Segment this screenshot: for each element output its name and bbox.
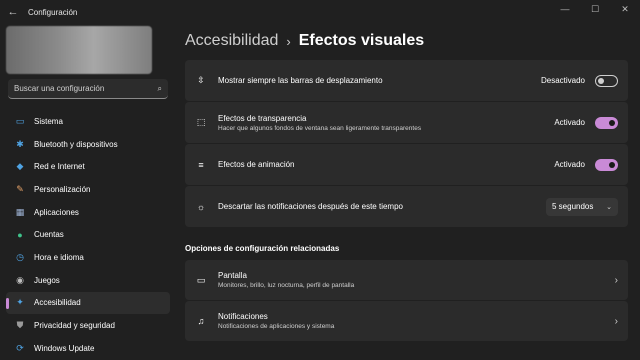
scrollbars-toggle[interactable]	[595, 74, 618, 87]
sidebar-item-label: Accesibilidad	[34, 298, 81, 308]
setting-scrollbars: ⇳ Mostrar siempre las barras de desplaza…	[185, 60, 628, 101]
minimize-button[interactable]: —	[550, 0, 580, 18]
chevron-right-icon: ›	[614, 315, 618, 327]
transparency-icon: ⬚	[196, 117, 206, 127]
sidebar-item-label: Bluetooth y dispositivos	[34, 139, 118, 149]
sidebar-item-sistema[interactable]: ▭ Sistema	[6, 110, 170, 133]
bluetooth-icon: ✱	[16, 138, 24, 149]
notification-timeout-dropdown[interactable]: 5 segundos ⌄	[546, 197, 618, 216]
sidebar-item-hora[interactable]: ◷ Hora e idioma	[6, 246, 170, 269]
related-item-notifications[interactable]: ♫ Notificaciones Notificaciones de aplic…	[185, 301, 628, 341]
search-input[interactable]	[14, 84, 158, 93]
scrollbar-icon: ⇳	[197, 75, 205, 85]
breadcrumb-parent[interactable]: Accesibilidad	[185, 32, 278, 50]
toggle-state-label: Desactivado	[540, 76, 585, 85]
sidebar-nav: ▭ Sistema ✱ Bluetooth y dispositivos ◆ Red e …	[6, 110, 170, 360]
setting-notification-timeout: ☼ Descartar las notificaciones después d…	[185, 186, 628, 227]
toggle-state-label: Activado	[554, 118, 585, 127]
user-profile-card[interactable]	[6, 26, 152, 74]
sidebar-item-privacidad[interactable]: ⛊ Privacidad y seguridad	[6, 314, 170, 337]
related-item-subtitle: Notificaciones de aplicaciones y sistema	[218, 323, 335, 330]
shield-icon: ⛊	[16, 320, 24, 331]
main-content: Accesibilidad › Efectos visuales ⇳ Mostr…	[172, 24, 640, 360]
window-title: Configuración	[28, 7, 78, 17]
chevron-down-icon: ⌄	[606, 203, 612, 211]
toggle-knob	[598, 77, 604, 84]
back-arrow-icon[interactable]: ←	[0, 0, 26, 24]
related-item-title: Pantalla	[218, 271, 247, 280]
transparency-toggle[interactable]	[595, 116, 618, 129]
sidebar-item-red[interactable]: ◆ Red e Internet	[6, 155, 170, 178]
sidebar-item-windows[interactable]: ⟳ Windows Update	[6, 337, 170, 360]
setting-title: Mostrar siempre las barras de desplazami…	[218, 76, 383, 85]
close-button[interactable]: ✕	[610, 0, 640, 18]
sidebar: ⌕ ▭ Sistema ✱ Bluetooth y dispositivos ◆ Red …	[0, 24, 172, 360]
sidebar-item-label: Sistema	[34, 116, 63, 126]
setting-title: Efectos de transparencia	[218, 113, 307, 123]
sidebar-item-label: Privacidad y seguridad	[34, 321, 115, 331]
search-icon[interactable]: ⌕	[158, 84, 162, 94]
related-item-subtitle: Monitores, brillo, luz nocturna, perfil …	[218, 282, 355, 289]
sidebar-item-accesibilidad[interactable]: ✦ Accesibilidad	[6, 291, 170, 315]
breadcrumb: Accesibilidad › Efectos visuales	[185, 32, 424, 50]
chevron-right-icon: ›	[614, 274, 618, 286]
related-settings-heading: Opciones de configuración relacionadas	[185, 244, 340, 253]
setting-animation: ≡ Efectos de animación Activado	[185, 144, 628, 185]
globe-clock-icon: ◷	[16, 251, 24, 262]
animation-icon: ≡	[198, 159, 204, 170]
sidebar-item-personalización[interactable]: ✎ Personalización	[6, 178, 170, 201]
sidebar-item-label: Hora e idioma	[34, 252, 84, 262]
sidebar-item-aplicaciones[interactable]: ▦ Aplicaciones	[6, 201, 170, 224]
wifi-icon: ◆	[16, 161, 24, 172]
related-item-title: Notificaciones	[218, 312, 268, 321]
apps-icon: ▦	[15, 206, 25, 217]
breadcrumb-separator: ›	[286, 33, 291, 49]
sidebar-item-juegos[interactable]: ◉ Juegos	[6, 269, 170, 292]
setting-title: Efectos de animación	[218, 160, 295, 169]
brush-icon: ✎	[16, 183, 24, 194]
toggle-knob	[609, 161, 615, 168]
search-box[interactable]: ⌕	[8, 79, 168, 99]
title-bar: ← Configuración — ☐ ✕	[0, 0, 640, 24]
sidebar-item-cuentas[interactable]: ● Cuentas	[6, 223, 170, 246]
update-icon: ⟳	[16, 342, 24, 353]
monitor-icon: ▭	[15, 115, 25, 126]
display-icon: ▭	[196, 274, 206, 285]
page-title: Efectos visuales	[298, 32, 425, 49]
setting-title: Descartar las notificaciones después de …	[218, 202, 403, 211]
sidebar-item-label: Personalización	[34, 184, 91, 194]
dropdown-value: 5 segundos	[552, 202, 594, 211]
sidebar-item-label: Cuentas	[34, 230, 64, 240]
gamepad-icon: ◉	[16, 274, 24, 285]
related-item-display[interactable]: ▭ Pantalla Monitores, brillo, luz noctur…	[185, 260, 628, 300]
toggle-knob	[609, 119, 615, 126]
bell-icon: ♫	[197, 316, 205, 326]
accessibility-icon: ✦	[16, 297, 24, 308]
sidebar-item-label: Aplicaciones	[34, 207, 79, 217]
animation-toggle[interactable]	[595, 158, 618, 171]
brightness-icon: ☼	[196, 201, 206, 212]
window-controls: — ☐ ✕	[550, 0, 640, 18]
sidebar-item-label: Windows Update	[34, 343, 95, 353]
setting-subtitle: Hacer que algunos fondos de ventana sean…	[218, 124, 422, 132]
setting-transparency: ⬚ Efectos de transparencia Hacer que alg…	[185, 102, 628, 143]
sidebar-item-bluetooth[interactable]: ✱ Bluetooth y dispositivos	[6, 133, 170, 156]
maximize-button[interactable]: ☐	[580, 0, 610, 18]
toggle-state-label: Activado	[554, 160, 585, 169]
sidebar-item-label: Juegos	[34, 275, 60, 285]
account-icon: ●	[17, 229, 23, 240]
sidebar-item-label: Red e Internet	[34, 162, 85, 172]
